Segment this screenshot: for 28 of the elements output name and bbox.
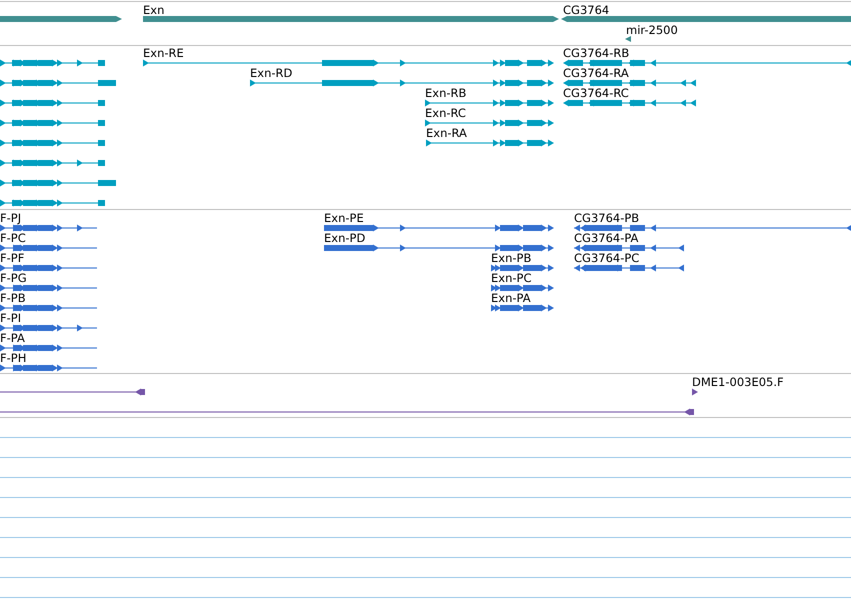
protein-label: Exn-PE [324, 211, 364, 225]
protein-label: F-PA [0, 331, 25, 345]
protein-label: Exn-PB [491, 251, 532, 265]
protein-label: CG3764-PA [574, 231, 638, 245]
transcript-label: Exn-RD [250, 66, 292, 80]
protein-label: F-PJ [0, 211, 22, 225]
transcript-label: CG3764-RC [563, 86, 629, 100]
transcript-label: CG3764-RB [563, 46, 630, 60]
transcript-label: CG3764-RA [563, 66, 629, 80]
protein-label: F-PH [0, 351, 26, 365]
protein-label: Exn-PD [324, 231, 366, 245]
alignment-label: DME1-003E05.F [692, 375, 784, 389]
protein-label: F-PC [0, 231, 26, 245]
transcript-label: Exn-RE [143, 46, 184, 60]
protein-label: CG3764-PB [574, 211, 640, 225]
protein-label: F-PG [0, 271, 27, 285]
protein-label: Exn-PC [491, 271, 532, 285]
protein-label: F-PB [0, 291, 26, 305]
protein-label: F-PI [0, 311, 22, 325]
gene-label: CG3764 [563, 3, 610, 17]
transcript-label: Exn-RB [425, 86, 466, 100]
transcript-label: Exn-RA [426, 126, 467, 140]
protein-label: CG3764-PC [574, 251, 640, 265]
protein-label: F-PF [0, 251, 24, 265]
transcript-label: Exn-RC [425, 106, 466, 120]
gene-label: mir-2500 [626, 23, 678, 37]
gene-label: Exn [143, 3, 164, 17]
protein-label: Exn-PA [491, 291, 531, 305]
